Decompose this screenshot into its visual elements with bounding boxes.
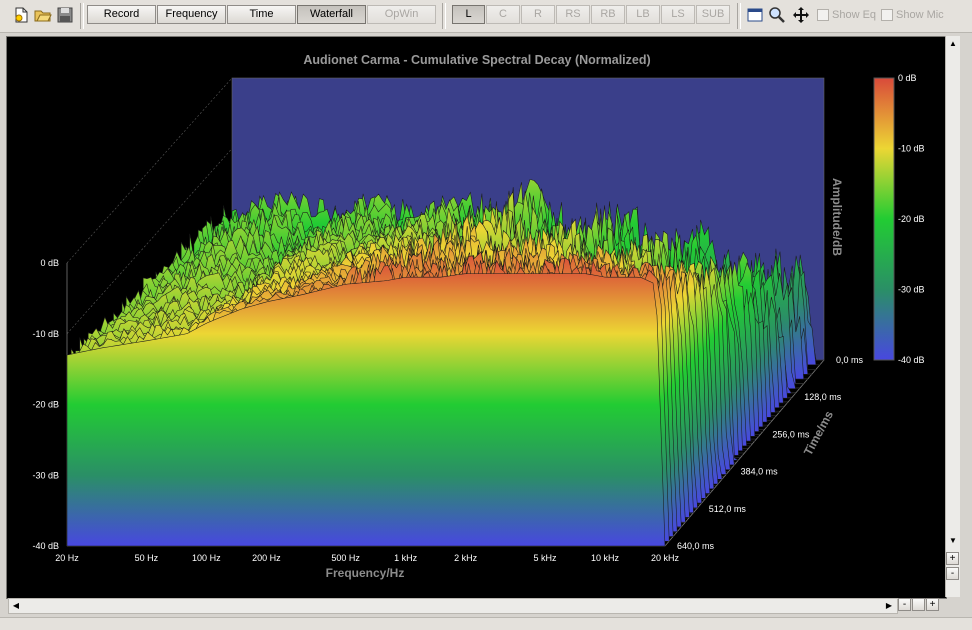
window-icon[interactable] [746,6,764,24]
channel-button-r[interactable]: R [521,5,555,24]
zoom-reset-button[interactable] [912,598,925,611]
toolbar-separator [442,3,446,29]
channel-button-rs[interactable]: RS [556,5,590,24]
save-disk-icon[interactable] [56,6,74,24]
toolbar: Record Frequency Time Waterfall OpWin L … [0,0,972,33]
z-tick-label: 512,0 ms [709,504,747,514]
vertical-scrollbar[interactable]: ▲ ▼ + - [945,36,960,597]
new-document-icon[interactable] [12,6,30,24]
scroll-down-arrow-icon[interactable]: ▼ [947,535,959,547]
show-mic-checkbox[interactable]: Show Mic [881,8,944,22]
y-tick-label: -10 dB [32,329,59,339]
x-tick-label: 20 kHz [651,553,680,563]
y-tick-label: -20 dB [32,400,59,410]
x-tick-label: 50 Hz [135,553,159,563]
chart-title: Audionet Carma - Cumulative Spectral Dec… [303,53,650,67]
channel-button-ls[interactable]: LS [661,5,695,24]
zoom-out-vertical-button[interactable]: - [946,567,959,580]
color-scale-label: -30 dB [898,285,925,295]
channel-button-lb[interactable]: LB [626,5,660,24]
channel-button-c[interactable]: C [486,5,520,24]
color-scale-bar [873,77,895,361]
toolbar-separator [80,3,84,29]
x-tick-label: 1 kHz [394,553,418,563]
x-tick-label: 200 Hz [252,553,281,563]
zoom-magnifier-icon[interactable] [768,6,786,24]
scroll-right-arrow-icon[interactable]: ▶ [883,600,895,612]
zoom-out-horizontal-button[interactable]: - [898,598,911,611]
x-tick-label: 500 Hz [331,553,360,563]
x-tick-label: 10 kHz [591,553,620,563]
color-scale-label: -10 dB [898,144,925,154]
channel-button-l[interactable]: L [452,5,485,24]
color-scale-label: 0 dB [898,73,917,83]
channel-button-rb[interactable]: RB [591,5,625,24]
waterfall-chart: 20 Hz 50 Hz 100 Hz 200 Hz 500 Hz 1 kHz 2 kHz 5 … [32,53,925,580]
y-axis-title: Amplitude/dB [830,178,844,256]
color-scale-label: -40 dB [898,355,925,365]
horizontal-scrollbar[interactable]: ◀ ▶ [8,598,898,614]
pan-move-icon[interactable] [792,6,810,24]
scroll-left-arrow-icon[interactable]: ◀ [10,600,22,612]
scroll-up-arrow-icon[interactable]: ▲ [947,38,959,50]
x-tick-label: 20 Hz [55,553,79,563]
channel-button-sub[interactable]: SUB [696,5,730,24]
z-tick-label: 128,0 ms [804,392,842,402]
y-tick-label: 0 dB [40,258,59,268]
z-tick-label: 384,0 ms [741,467,779,477]
waterfall-button[interactable]: Waterfall [297,5,366,24]
x-tick-label: 2 kHz [454,553,478,563]
opwin-button[interactable]: OpWin [367,5,436,24]
frequency-button[interactable]: Frequency [157,5,226,24]
x-tick-label: 5 kHz [533,553,557,563]
status-bar [0,617,972,630]
y-tick-label: -40 dB [32,541,59,551]
open-folder-icon[interactable] [34,6,52,24]
z-tick-label: 256,0 ms [772,429,810,439]
zoom-in-vertical-button[interactable]: + [946,552,959,565]
color-scale-labels: 0 dB -10 dB -20 dB -30 dB -40 dB [898,73,925,365]
x-tick-label: 100 Hz [192,553,221,563]
toolbar-separator [737,3,741,29]
record-button[interactable]: Record [87,5,156,24]
zoom-in-horizontal-button[interactable]: + [926,598,939,611]
show-eq-checkbox[interactable]: Show Eq [817,8,876,22]
waterfall-plot-area[interactable]: 20 Hz 50 Hz 100 Hz 200 Hz 500 Hz 1 kHz 2 kHz 5 … [6,36,947,599]
x-axis-title: Frequency/Hz [326,566,405,580]
z-tick-label: 640,0 ms [677,541,715,551]
z-tick-label: 0,0 ms [836,355,864,365]
time-button[interactable]: Time [227,5,296,24]
color-scale-label: -20 dB [898,214,925,224]
y-tick-label: -30 dB [32,470,59,480]
